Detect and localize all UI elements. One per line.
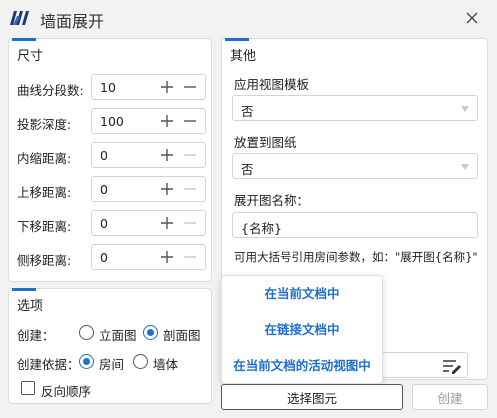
create-button[interactable]: 创建: [412, 384, 488, 410]
dim-row-segments: 曲线分段数: 10: [9, 74, 219, 102]
reverse-checkbox[interactable]: [21, 381, 35, 395]
menu-item-linked-document[interactable]: 在链接文档中: [222, 316, 382, 344]
panel-title: 选项: [17, 299, 44, 314]
apply-template-label: 应用视图模板: [234, 77, 310, 92]
view-name-label: 展开图名称：: [234, 193, 310, 208]
reverse-label[interactable]: 反向顺序: [41, 381, 91, 400]
inset-stepper[interactable]: 0: [91, 142, 206, 168]
window-title: 墙面展开: [40, 12, 105, 31]
basis-label: 创建依据：: [17, 357, 80, 372]
panel-accent: [12, 38, 36, 41]
radio-wall[interactable]: [133, 354, 148, 369]
close-button[interactable]: [460, 7, 484, 29]
apply-template-value: 否: [241, 104, 254, 119]
segments-stepper[interactable]: 10: [91, 74, 206, 100]
place-on-sheet-value: 否: [241, 162, 254, 177]
place-on-sheet-select[interactable]: 否: [232, 153, 478, 179]
dim-row-side: 侧移距离: 0: [9, 244, 219, 272]
segments-label: 曲线分段数:: [17, 83, 84, 98]
apply-template-select[interactable]: 否: [232, 95, 478, 121]
inset-label: 内缩距离:: [17, 151, 72, 166]
menu-item-active-view[interactable]: 在当前文档的活动视图中: [222, 352, 382, 380]
segments-value[interactable]: 10: [100, 80, 116, 95]
plus-icon[interactable]: [159, 79, 175, 95]
radio-section-label[interactable]: 剖面图: [163, 325, 201, 344]
view-name-value[interactable]: {名称}: [241, 218, 282, 237]
panel-title: 其他: [230, 49, 257, 64]
create-label: 创建: [437, 390, 463, 406]
radio-wall-label[interactable]: 墙体: [153, 354, 178, 373]
up-label: 上移距离:: [17, 185, 72, 200]
edit-list-icon[interactable]: [442, 358, 462, 374]
inset-value[interactable]: 0: [100, 148, 108, 163]
place-on-sheet-label: 放置到图纸: [234, 135, 297, 150]
minus-icon[interactable]: [182, 79, 198, 95]
depth-value[interactable]: 100: [100, 114, 124, 129]
side-stepper[interactable]: 0: [91, 244, 206, 270]
down-stepper[interactable]: 0: [91, 210, 206, 236]
minus-icon: [184, 154, 196, 156]
select-elements-button[interactable]: 选择图元: [221, 384, 403, 410]
panel-title: 尺寸: [17, 49, 44, 64]
minus-icon: [184, 222, 196, 224]
plus-icon[interactable]: [159, 147, 175, 163]
selection-field[interactable]: [382, 352, 468, 378]
dim-row-depth: 投影深度: 100: [9, 108, 219, 136]
view-name-input[interactable]: {名称}: [232, 212, 478, 238]
side-value[interactable]: 0: [100, 250, 108, 265]
menu-item-current-document[interactable]: 在当前文档中: [222, 280, 382, 308]
select-elements-label: 选择图元: [286, 390, 337, 406]
dim-row-up: 上移距离: 0: [9, 176, 219, 204]
close-icon: [466, 12, 478, 24]
up-stepper[interactable]: 0: [91, 176, 206, 202]
minus-icon[interactable]: [182, 113, 198, 129]
dim-row-down: 下移距离: 0: [9, 210, 219, 238]
minus-icon: [184, 188, 196, 190]
caret-down-icon: [461, 106, 469, 112]
plus-icon[interactable]: [159, 181, 175, 197]
title-bar: 墙面展开: [0, 0, 497, 36]
create-label: 创建：: [17, 328, 55, 343]
depth-stepper[interactable]: 100: [91, 108, 206, 134]
plus-icon[interactable]: [159, 215, 175, 231]
radio-room-label[interactable]: 房间: [99, 354, 124, 373]
select-source-menu: 在当前文档中 在链接文档中 在当前文档的活动视图中: [221, 275, 383, 384]
view-name-hint: 可用大括号引用房间参数，如："展开图{名称}": [234, 250, 478, 264]
side-label: 侧移距离:: [17, 253, 72, 268]
radio-elevation[interactable]: [79, 325, 94, 340]
plus-icon[interactable]: [159, 113, 175, 129]
radio-room[interactable]: [79, 354, 94, 369]
down-label: 下移距离:: [17, 219, 72, 234]
down-value[interactable]: 0: [100, 216, 108, 231]
options-panel: 选项 创建： 立面图 剖面图 创建依据： 房间 墙体 反向顺序: [8, 288, 212, 404]
panel-accent: [225, 38, 249, 41]
dim-row-inset: 内缩距离: 0: [9, 142, 219, 170]
plus-icon[interactable]: [159, 249, 175, 265]
up-value[interactable]: 0: [100, 182, 108, 197]
dimensions-panel: 尺寸 曲线分段数: 10 投影深度: 100 内缩距离: 0 上移距离: 0 下…: [8, 38, 212, 282]
radio-section[interactable]: [143, 325, 158, 340]
caret-down-icon: [461, 164, 469, 170]
depth-label: 投影深度:: [17, 117, 72, 132]
radio-elevation-label[interactable]: 立面图: [99, 325, 137, 344]
app-logo-icon: [10, 11, 29, 25]
minus-icon: [184, 256, 196, 258]
panel-accent: [12, 288, 36, 291]
